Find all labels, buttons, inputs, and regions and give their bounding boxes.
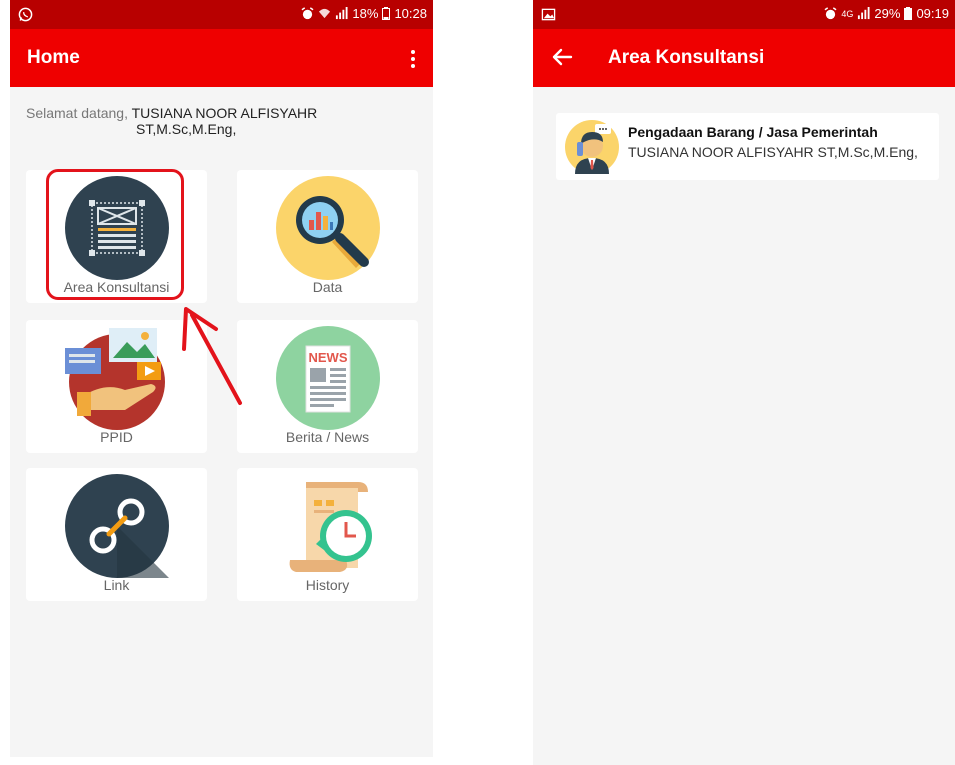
- overflow-menu-icon[interactable]: [411, 50, 415, 68]
- tile-data[interactable]: Data: [237, 170, 418, 303]
- tile-news[interactable]: NEWS Berita / News: [237, 320, 418, 453]
- news-icon: NEWS: [275, 326, 380, 430]
- image-notification-icon: [541, 8, 556, 21]
- battery-percent: 29%: [874, 6, 901, 21]
- clock: 09:19: [916, 6, 949, 21]
- signal-icon: [858, 7, 870, 20]
- tile-label: Berita / News: [285, 429, 370, 445]
- user-name: TUSIANA NOOR ALFISYAHR: [131, 105, 318, 121]
- area-konsultansi-screen: 4G 29% 09:19 Area Konsultansi Pengadaan …: [533, 0, 955, 765]
- list-item[interactable]: Pengadaan Barang / Jasa Pemerintah TUSIA…: [556, 113, 939, 180]
- tile-label: Data: [312, 279, 343, 295]
- consultant-avatar-icon: [565, 120, 619, 174]
- history-icon: [289, 482, 372, 572]
- wifi-icon: [319, 8, 331, 19]
- status-bar: 4G 29% 09:19: [533, 0, 955, 29]
- list-item-subtitle: TUSIANA NOOR ALFISYAHR ST,M.Sc,M.Eng,: [628, 144, 918, 160]
- news-label: NEWS: [308, 350, 347, 365]
- tile-label: PPID: [100, 429, 133, 445]
- list-item-title: Pengadaan Barang / Jasa Pemerintah: [628, 124, 878, 140]
- app-bar: Area Konsultansi: [533, 29, 955, 87]
- welcome-prefix: Selamat datang,: [26, 105, 132, 121]
- alarm-icon: [824, 7, 837, 20]
- battery-icon: [904, 7, 913, 20]
- link-icon: [64, 474, 169, 578]
- welcome-text: Selamat datang, TUSIANA NOOR ALFISYAHR S…: [26, 105, 346, 137]
- clock: 10:28: [394, 6, 427, 21]
- page-title: Area Konsultansi: [608, 47, 765, 68]
- tile-label: Link: [103, 577, 130, 593]
- whatsapp-icon: [18, 7, 33, 22]
- status-bar: 18% 10:28: [10, 0, 433, 29]
- user-title: ST,M.Sc,M.Eng,: [136, 121, 237, 137]
- highlight-box: [46, 169, 184, 300]
- tile-link[interactable]: Link: [26, 468, 207, 601]
- tile-history[interactable]: History: [237, 468, 418, 601]
- signal-icon: [336, 7, 348, 20]
- data-magnifier-icon: [275, 176, 380, 280]
- battery-percent: 18%: [352, 6, 379, 21]
- network-type: 4G: [841, 8, 854, 19]
- page-title: Home: [27, 47, 80, 68]
- back-arrow-icon[interactable]: [551, 46, 573, 68]
- tile-label: History: [305, 577, 350, 593]
- battery-icon: [382, 7, 391, 20]
- alarm-icon: [301, 7, 314, 20]
- ppid-icon: [64, 328, 165, 430]
- app-bar: Home: [10, 29, 433, 87]
- red-arrow-annotation: [182, 307, 242, 405]
- home-screen: 18% 10:28 Home Selamat datang, TUSIANA N…: [10, 0, 433, 757]
